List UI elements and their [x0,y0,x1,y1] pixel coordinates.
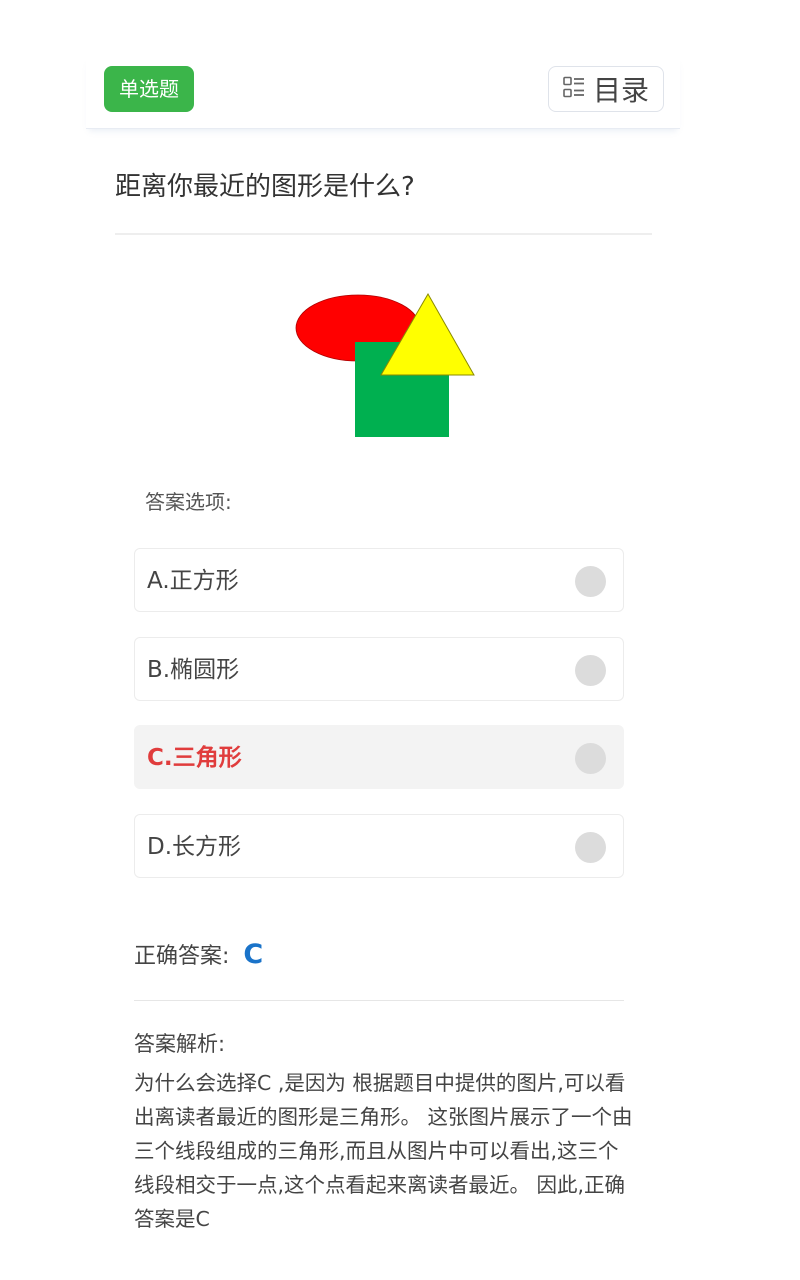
analysis-text: 为什么会选择C ,是因为 根据题目中提供的图片,可以看出离读者最近的图形是三角形… [134,1071,633,1231]
radio-circle[interactable] [575,566,606,597]
list-icon [563,76,585,102]
divider [134,1000,624,1001]
option-label: C.三角形 [147,745,242,771]
option-b[interactable]: B.椭圆形 [134,637,624,701]
question-figure [295,292,475,437]
radio-circle[interactable] [575,743,606,774]
divider [115,233,652,235]
question-text: 距离你最近的图形是什么? [115,172,415,202]
correct-answer-value: C [243,938,264,970]
top-bar: 单选题 目录 [86,56,680,129]
question-page: 单选题 目录 距离你最近的图形是什么? 答案选项: A.正方形 B.椭圆形 C.… [0,0,800,1280]
analysis-title: 答案解析: [134,1032,226,1056]
option-label: A.正方形 [147,568,239,594]
toc-label: 目录 [592,74,649,107]
question-type-tag: 单选题 [104,66,194,112]
table-of-contents-button[interactable]: 目录 [548,66,664,112]
option-d[interactable]: D.长方形 [134,814,624,878]
radio-circle[interactable] [575,832,606,863]
correct-answer: 正确答案: C [134,938,263,970]
radio-circle[interactable] [575,655,606,686]
correct-answer-label: 正确答案: [134,944,230,969]
option-c[interactable]: C.三角形 [134,725,624,789]
option-a[interactable]: A.正方形 [134,548,624,612]
option-label: B.椭圆形 [147,657,240,683]
option-label: D.长方形 [147,834,242,860]
options-title: 答案选项: [145,490,232,514]
